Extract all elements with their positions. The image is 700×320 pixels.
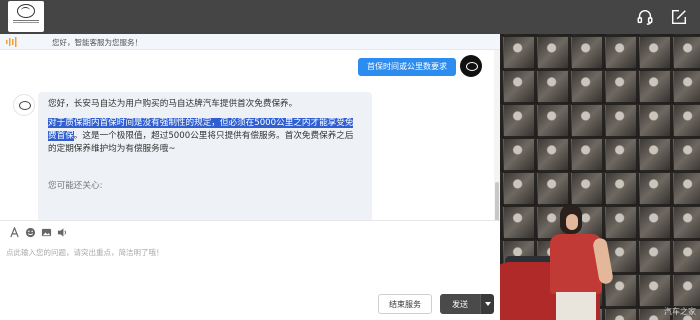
send-options-dropdown[interactable] [480, 294, 494, 314]
watermark-text: 汽车之家 [664, 307, 696, 316]
mazda-logo [8, 1, 44, 32]
edit-icon[interactable] [670, 8, 688, 26]
bot-message-rest: 。这是一个极限值，超过5000公里将只提供有偿服务。首次免费保养之后的定期保养维… [48, 131, 354, 154]
ad-banner-image[interactable]: 汽车之家 [500, 34, 700, 320]
top-header [0, 0, 700, 34]
user-avatar [460, 55, 482, 77]
headset-icon[interactable] [636, 8, 654, 26]
model-skirt [556, 292, 596, 320]
bot-message: 您好，长安马自达为用户购买的马自达牌汽车提供首次免费保养。 对于质保期内首保时间… [38, 92, 372, 220]
composer: 结束服务 发送 [0, 220, 500, 320]
notice-bar: 您好，智能客服为您服务！ [0, 34, 500, 50]
logo-wordmark [13, 20, 39, 23]
mazda-emblem-icon [17, 4, 35, 18]
bot-avatar [13, 94, 35, 116]
scrollbar-thumb[interactable] [495, 182, 499, 222]
font-icon[interactable] [8, 226, 20, 239]
bot-message-body: 对于质保期内首保时间是没有强制性的规定，但必须在5000公里之内才能享受免费首保… [48, 117, 362, 156]
end-service-button[interactable]: 结束服务 [378, 294, 432, 314]
notice-text: 您好，智能客服为您服务！ [52, 38, 142, 47]
model-face [566, 214, 578, 230]
send-button[interactable]: 发送 [440, 294, 480, 314]
bot-message-intro: 您好，长安马自达为用户购买的马自达牌汽车提供首次免费保养。 [48, 99, 298, 109]
image-icon[interactable] [40, 227, 52, 239]
also-care-label: 您可能还关心: [48, 181, 103, 191]
user-message: 首保时间或公里数要求 [358, 58, 456, 76]
message-list[interactable]: 首保时间或公里数要求 您好，长安马自达为用户购买的马自达牌汽车提供首次免费保养。… [0, 50, 500, 220]
sound-wave-icon [6, 37, 17, 47]
emoji-icon[interactable] [24, 227, 36, 239]
message-input[interactable] [6, 247, 494, 287]
voice-icon[interactable] [56, 227, 68, 239]
